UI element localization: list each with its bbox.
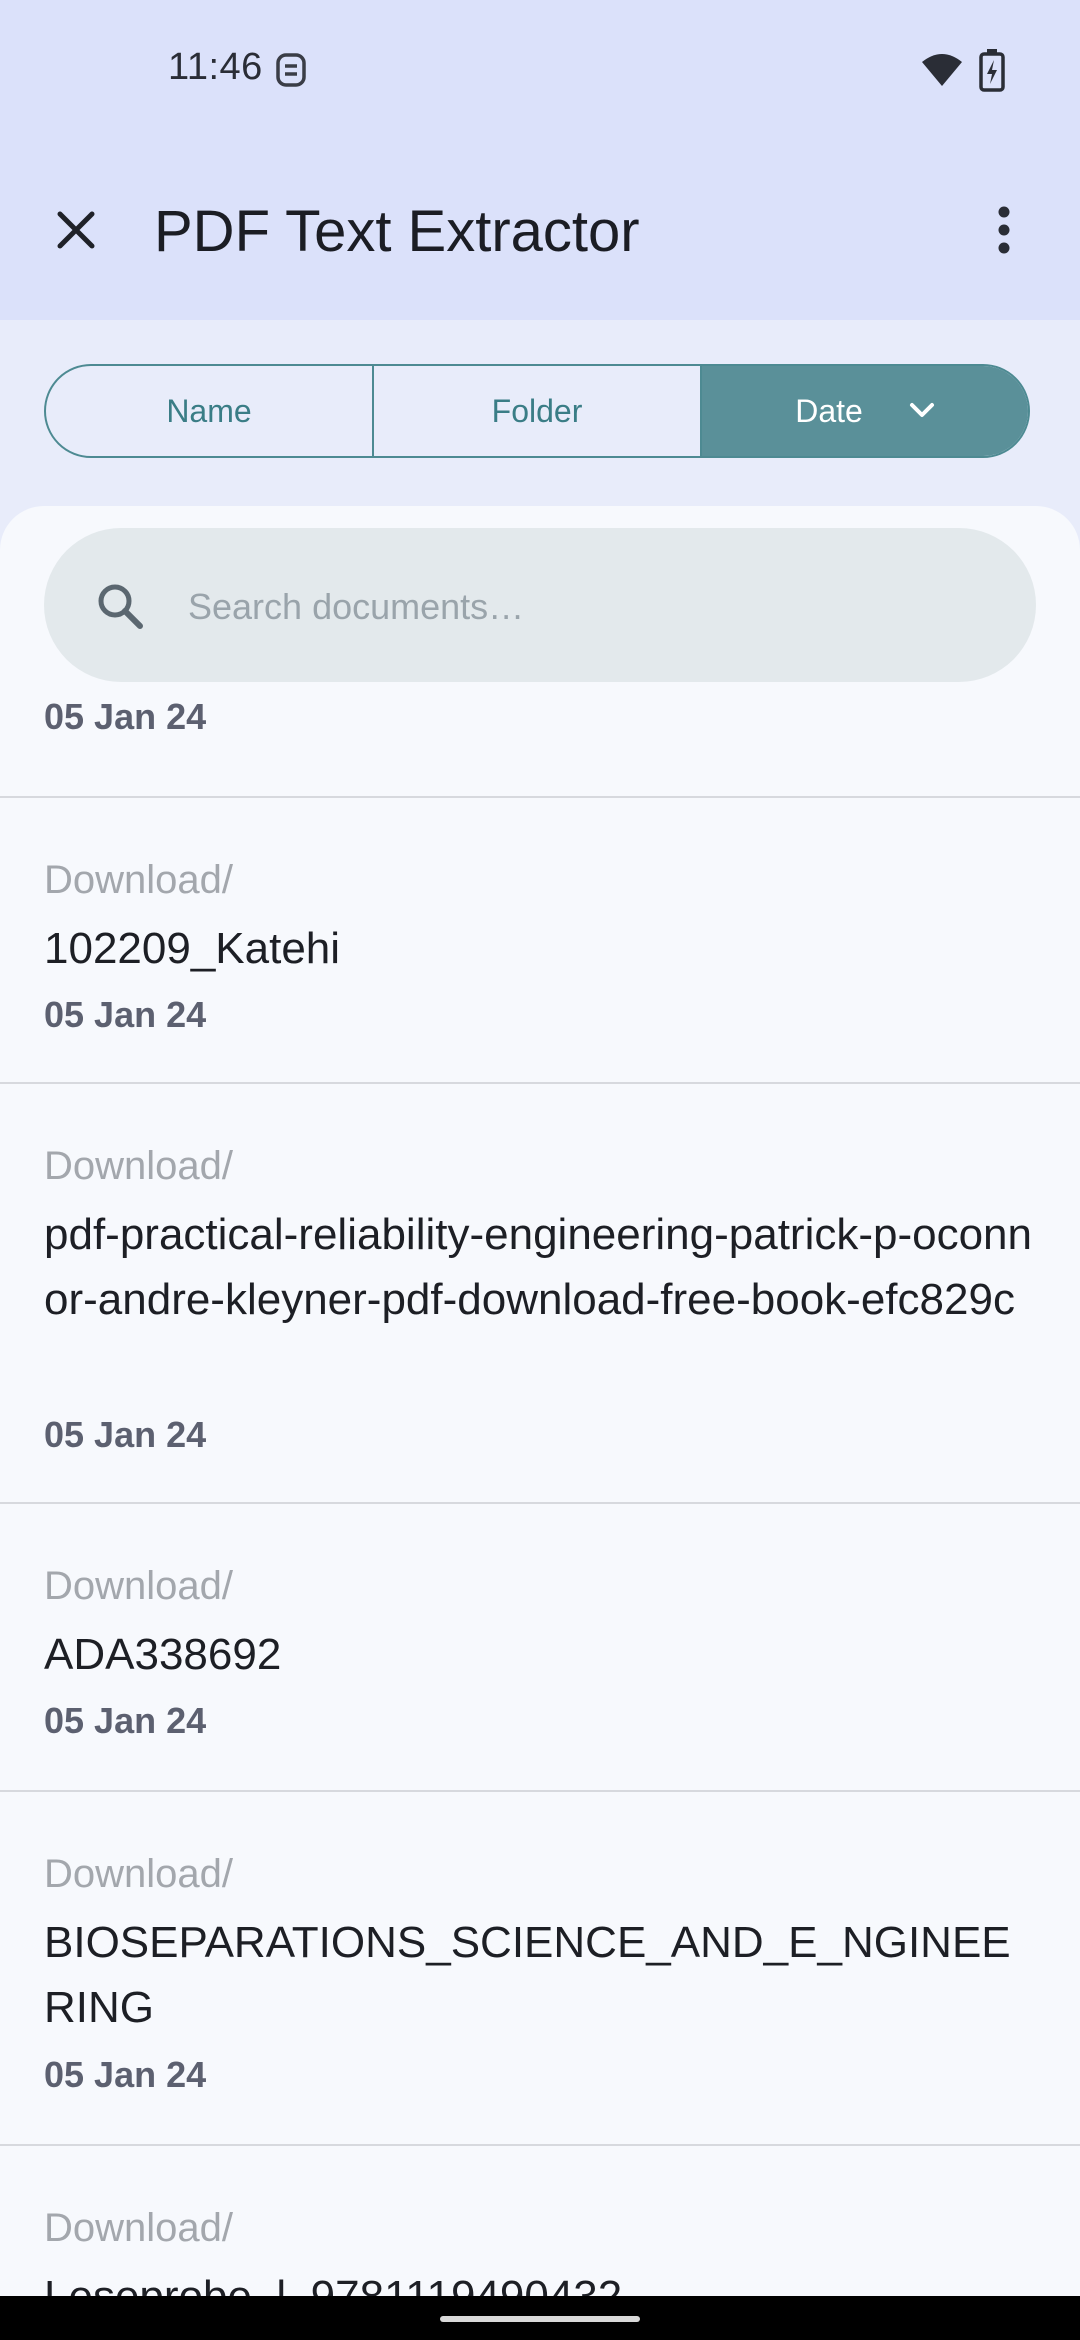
sort-by-name-button[interactable]: Name [46,366,372,456]
list-item-date: 05 Jan 24 [44,1700,207,1741]
navigation-bar [0,2296,1080,2340]
list-item[interactable]: Download/ BIOSEPARATIONS_SCIENCE_AND_E_N… [0,1792,1080,2146]
home-gesture-handle[interactable] [440,2316,640,2322]
list-item-name: ADA338692 [44,1630,282,1679]
list-item[interactable]: Download/ pdf-practical-reliability-engi… [0,1084,1080,1504]
more-vert-icon [998,206,1010,254]
sort-name-label: Name [166,392,252,429]
list-item-date: 05 Jan 24 [44,994,207,1035]
list-item-date: 05 Jan 24 [44,2054,207,2095]
close-icon [57,211,95,249]
list-item-name: BIOSEPARATIONS_SCIENCE_AND_E_NGINEERING [44,1918,1011,2032]
app-title: PDF Text Extractor [154,199,640,264]
list-item-date: 05 Jan 24 [44,1414,207,1455]
list-item-folder: Download/ [44,858,234,902]
sort-date-label: Date [795,392,863,429]
close-button[interactable] [36,190,116,270]
list-item-folder: Download/ [44,1144,234,1188]
sort-by-date-button[interactable]: Date [700,366,1028,456]
list-item-folder: Download/ [44,2206,234,2250]
battery-icon [979,49,1005,92]
app-bar: PDF Text Extractor [0,140,1080,320]
list-item[interactable]: Download/ ADA338692 05 Jan 24 [0,1504,1080,1792]
list-item-folder: Download/ [44,1852,234,1896]
sort-folder-label: Folder [491,392,583,429]
search-input[interactable] [186,568,990,646]
list-item-name: pdf-practical-reliability-engineering-pa… [44,1210,1033,1324]
status-time: 11:46 [168,46,263,88]
list-item-folder: Download/ [44,1564,234,1608]
list-item-name: 102209_Katehi [44,924,341,973]
chevron-down-icon [909,403,934,417]
more-options-button[interactable] [964,190,1044,270]
wifi-icon [922,54,962,86]
sort-segmented-control: Name Folder Date [44,364,1030,458]
sort-by-folder-button[interactable]: Folder [372,366,700,456]
sim-icon [276,53,306,87]
list-item[interactable]: Download/ 102209_Katehi 05 Jan 24 [0,798,1080,1084]
search-icon [98,584,143,629]
screen: 11:46 PDF Text Extractor Name Folder Dat… [0,0,1080,2340]
document-sheet: 05 Jan 24 Download/ 102209_Katehi 05 Jan… [0,506,1080,2340]
status-bar: 11:46 [0,0,1080,140]
list-item-date: 05 Jan 24 [44,696,207,737]
search-bar[interactable] [44,528,1036,682]
